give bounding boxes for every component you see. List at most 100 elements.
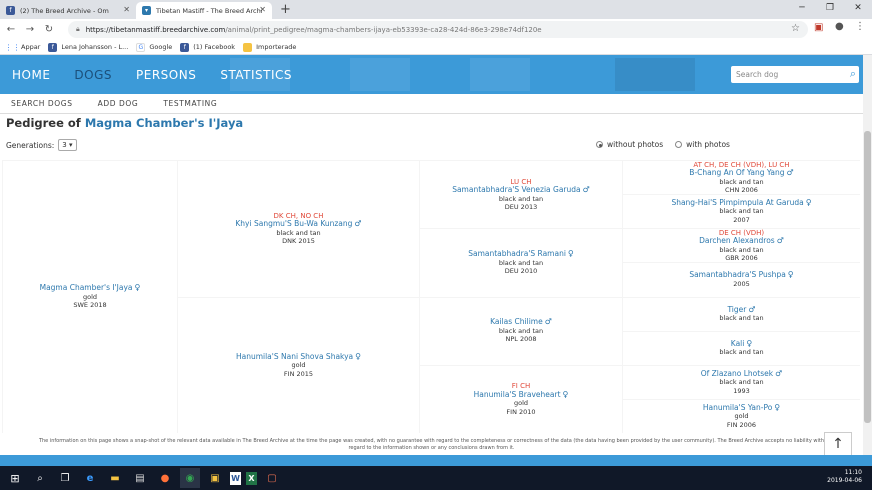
facebook-icon: f	[48, 42, 58, 52]
nav-persons[interactable]: PERSONS	[136, 68, 196, 82]
female-icon: ♀	[774, 402, 781, 412]
search-icon[interactable]: ⌕	[850, 67, 856, 81]
reload-icon[interactable]: ↻	[41, 24, 57, 35]
male-icon: ♂	[354, 219, 362, 229]
word-icon[interactable]: W	[230, 471, 241, 485]
bookmark-imported[interactable]: Importerade	[243, 42, 296, 52]
nav-home[interactable]: HOME	[12, 68, 50, 82]
pedigree-parent: DK CH, NO CH Khyi Sangmu'S Bu-Wa Kunzang ♂…	[178, 161, 419, 297]
dog-name-link[interactable]: Hanumila'S Braveheart	[474, 390, 561, 399]
subnav-testmating[interactable]: TESTMATING	[163, 99, 217, 108]
minimize-button[interactable]: ─	[788, 0, 816, 17]
pedigree-great-grandparent: Samantabhadra'S Pushpa ♀ 2005	[623, 263, 860, 297]
dog-origin-year: 2007	[733, 215, 750, 224]
new-tab-button[interactable]: +	[272, 2, 299, 19]
app-icon[interactable]: ▢	[262, 468, 282, 488]
maximize-button[interactable]: ❐	[816, 0, 844, 17]
dog-origin-year: FIN 2015	[283, 369, 314, 378]
dog-name-link[interactable]: Hanumila'S Nani Shova Shakya	[236, 352, 353, 361]
pedigree-great-grandparent: Kali ♀ black and tan	[623, 331, 860, 365]
generations-select[interactable]: 3 ▾	[58, 139, 77, 151]
facebook-icon: f	[6, 6, 15, 15]
bookmark-apps[interactable]: ⋮⋮ Appar	[5, 43, 41, 52]
dog-name-link[interactable]: Khyi Sangmu'S Bu-Wa Kunzang	[235, 219, 352, 229]
tab-title: Tibetan Mastiff - The Breed Archi	[156, 6, 263, 15]
firefox-icon[interactable]: ●	[155, 468, 175, 488]
with-photos-label: with photos	[686, 140, 730, 149]
dog-name-link[interactable]: Magma Chamber's I'Jaya	[40, 283, 133, 293]
dog-name-link[interactable]: Tiger	[727, 305, 746, 314]
edge-icon[interactable]: e	[80, 468, 100, 488]
male-icon: ♂	[786, 168, 794, 178]
google-icon: G	[136, 42, 146, 52]
chrome-icon[interactable]: ◉	[180, 468, 200, 488]
windows-start-icon[interactable]: ⊞	[5, 468, 25, 488]
without-photos-label: without photos	[607, 140, 664, 149]
dog-name-link[interactable]: Of Zlazano Lhotsek	[701, 369, 773, 378]
excel-icon[interactable]: X	[246, 471, 257, 485]
bookmark-lena[interactable]: f Lena Johansson - L...	[48, 42, 128, 52]
bookmarks-bar: ⋮⋮ Appar f Lena Johansson - L... G Google f…	[0, 40, 872, 55]
header-decoration	[350, 58, 410, 91]
search-icon[interactable]: ⌕	[30, 468, 50, 488]
dog-name-link[interactable]: Hanumila'S Yan-Po	[703, 403, 772, 412]
breed-archive-icon: ▾	[142, 6, 151, 15]
extension-icon[interactable]: ▣	[814, 22, 823, 33]
dog-color: black and tan	[276, 228, 321, 237]
dog-color: black and tan	[719, 378, 764, 387]
subnav-add-dog[interactable]: ADD DOG	[98, 99, 139, 108]
male-icon: ♂	[748, 304, 756, 314]
forward-arrow-icon[interactable]: →	[22, 24, 38, 35]
search-dog-input[interactable]: Search dog ⌕	[731, 66, 859, 83]
close-tab-icon[interactable]: ✕	[259, 5, 266, 14]
windows-taskbar: ⊞ ⌕ ❐ e ▬ ▤ ● ◉ ▣ W X ▢ 11:10 2019-04-06	[0, 466, 872, 490]
with-photos-radio[interactable]	[675, 141, 683, 148]
bookmark-star-icon[interactable]: ☆	[791, 23, 800, 34]
dog-origin-year: DEU 2010	[504, 267, 538, 276]
dog-color: gold	[82, 292, 98, 301]
dog-name-link[interactable]: Kailas Chilime	[490, 317, 543, 327]
dog-color: black and tan	[719, 314, 764, 323]
generations-control: Generations: 3 ▾	[6, 139, 77, 151]
dog-origin-year: NPL 2008	[505, 335, 537, 344]
search-placeholder: Search dog	[736, 70, 779, 79]
dog-name-link[interactable]: Kali	[731, 339, 745, 348]
back-arrow-icon[interactable]: ←	[3, 24, 19, 35]
female-icon: ♀	[805, 197, 812, 207]
dog-name-link[interactable]: Samantabhadra'S Ramani	[468, 249, 566, 258]
subnav-search-dogs[interactable]: SEARCH DOGS	[11, 99, 73, 108]
scrollbar-thumb[interactable]	[864, 131, 871, 423]
nav-dogs[interactable]: DOGS	[74, 68, 112, 82]
photo-options: without photos with photos	[596, 140, 730, 149]
app-icon[interactable]: ▣	[205, 468, 225, 488]
system-tray[interactable]: 11:10 2019-04-06	[827, 469, 862, 485]
browser-tab-breed-archive[interactable]: ▾ Tibetan Mastiff - The Breed Archi ✕	[136, 2, 272, 19]
dog-name-link[interactable]: Samantabhadra'S Venezia Garuda	[452, 185, 580, 194]
dog-name-link[interactable]: Darchen Alexandros	[699, 236, 775, 246]
bookmark-google[interactable]: G Google	[136, 42, 172, 52]
browser-tab-facebook[interactable]: f (2) The Breed Archive - Om ✕	[0, 2, 136, 19]
task-view-icon[interactable]: ❐	[55, 468, 75, 488]
without-photos-radio[interactable]	[596, 141, 603, 148]
file-explorer-icon[interactable]: ▬	[105, 468, 125, 488]
title-dog-link[interactable]: Magma Chamber's I'Jaya	[85, 116, 243, 130]
clock-time: 11:10	[844, 469, 862, 476]
dog-name-link[interactable]: Shang-Hai'S Pimpimpula At Garuda	[671, 198, 803, 207]
close-tab-icon[interactable]: ✕	[123, 5, 130, 14]
bookmark-facebook[interactable]: f (1) Facebook	[180, 42, 235, 52]
menu-dots-icon[interactable]: ⋮	[855, 21, 865, 32]
url-bar[interactable]: 🔒︎ https://tibetanmastiff.breedarchive.c…	[68, 21, 808, 38]
dog-color: black and tan	[719, 177, 764, 186]
dog-name-link[interactable]: Samantabhadra'S Pushpa	[689, 270, 785, 280]
dog-origin-year: CHN 2006	[725, 186, 758, 195]
dog-name-link[interactable]: B-Chang An Of Yang Yang	[689, 168, 784, 177]
scroll-top-button[interactable]: ↑	[824, 432, 852, 456]
dog-origin-year: GBR 2006	[725, 254, 758, 263]
dog-origin-year: DEU 2013	[504, 203, 538, 212]
store-icon[interactable]: ▤	[130, 468, 150, 488]
female-icon: ♀	[134, 283, 141, 293]
browser-tab-bar: f (2) The Breed Archive - Om ✕ ▾ Tibetan…	[0, 0, 872, 19]
profile-icon[interactable]: ●	[835, 21, 844, 32]
pedigree-grandparent: Samantabhadra'S Ramani ♀ black and tan DEU …	[420, 229, 622, 297]
close-window-button[interactable]: ✕	[844, 0, 872, 17]
